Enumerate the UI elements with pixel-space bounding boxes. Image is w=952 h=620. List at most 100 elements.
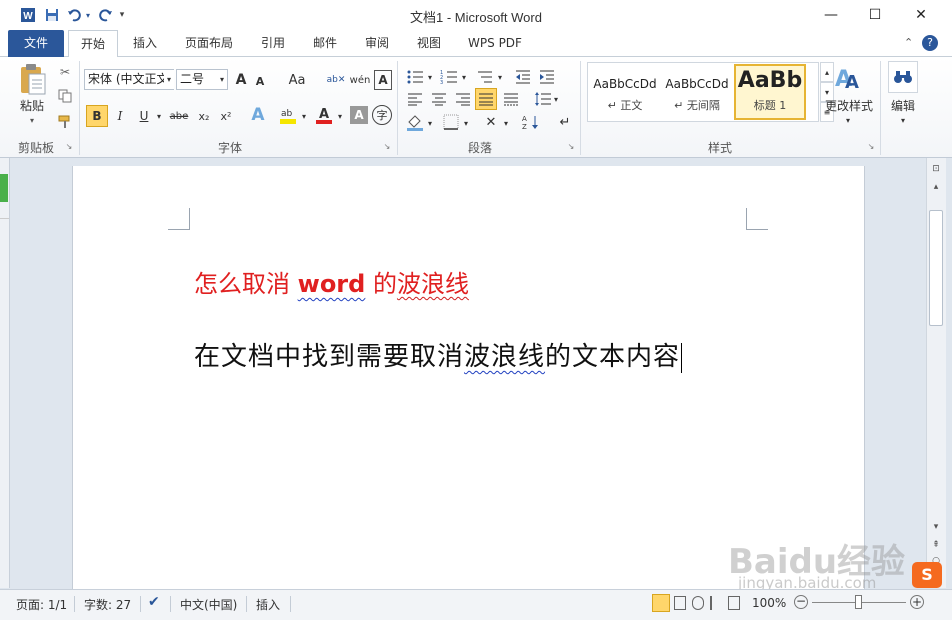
editing-dropdown-icon[interactable]: ▾ — [898, 115, 908, 125]
highlight-dropdown-icon[interactable]: ▾ — [300, 105, 308, 127]
paragraph-launcher-icon[interactable]: ↘ — [566, 141, 576, 151]
bold-button[interactable]: B — [86, 105, 108, 127]
tab-page-layout[interactable]: 页面布局 — [176, 30, 242, 57]
copy-icon[interactable] — [56, 87, 74, 105]
highlight-color-icon[interactable]: ab — [276, 104, 300, 126]
tab-home[interactable]: 开始 — [68, 30, 118, 58]
tab-mailings[interactable]: 邮件 — [304, 30, 346, 57]
tab-references[interactable]: 引用 — [252, 30, 294, 57]
proofing-icon[interactable]: ✔ — [148, 594, 160, 610]
font-name-dropdown-icon[interactable]: ▾ — [164, 70, 174, 89]
vertical-scrollbar[interactable]: ⊡ ▴ ▾ ⇞ ○ — [926, 158, 946, 588]
collapse-ribbon-icon[interactable]: ⌃ — [904, 36, 913, 49]
styles-launcher-icon[interactable]: ↘ — [866, 141, 876, 151]
phonetic-guide-icon[interactable]: wén — [350, 70, 371, 90]
text-effects-icon[interactable]: A — [246, 104, 270, 126]
tab-wps-pdf[interactable]: WPS PDF — [460, 30, 530, 57]
multilevel-list-icon[interactable] — [474, 67, 496, 87]
find-binoculars-icon[interactable] — [888, 61, 918, 93]
underline-button[interactable]: U — [134, 105, 154, 127]
zoom-level[interactable]: 100% — [752, 596, 786, 610]
insert-mode[interactable]: 插入 — [256, 596, 280, 613]
scrollbar-thumb[interactable] — [929, 210, 943, 326]
underline-dropdown-icon[interactable]: ▾ — [154, 105, 164, 127]
change-case-button[interactable]: Aa — [284, 70, 310, 90]
font-size-dropdown-icon[interactable]: ▾ — [217, 70, 227, 89]
superscript-button[interactable]: x² — [216, 105, 236, 127]
bullets-dropdown-icon[interactable]: ▾ — [426, 67, 434, 87]
align-center-icon[interactable] — [428, 89, 450, 109]
draft-view-icon[interactable] — [728, 596, 740, 610]
sort-icon[interactable]: AZ — [520, 112, 542, 132]
close-button[interactable]: ✕ — [898, 0, 944, 30]
page-count[interactable]: 页面: 1/1 — [16, 596, 67, 613]
numbering-dropdown-icon[interactable]: ▾ — [460, 67, 468, 87]
chinese-layout-dropdown-icon[interactable]: ▾ — [502, 113, 510, 133]
tab-file[interactable]: 文件 — [8, 30, 64, 57]
align-right-icon[interactable] — [452, 89, 474, 109]
scroll-up-icon[interactable]: ▴ — [930, 182, 942, 194]
change-styles-button[interactable]: 更改样式 — [820, 97, 878, 113]
paste-dropdown-icon[interactable]: ▾ — [26, 115, 38, 125]
zoom-out-icon[interactable]: − — [794, 595, 808, 609]
zoom-slider-thumb[interactable] — [855, 595, 862, 609]
full-screen-reading-icon[interactable] — [674, 596, 686, 610]
font-color-dropdown-icon[interactable]: ▾ — [336, 105, 344, 127]
shrink-font-button[interactable]: A — [252, 72, 268, 90]
ruler-toggle-icon[interactable]: ⊡ — [930, 164, 942, 176]
shading-dropdown-icon[interactable]: ▾ — [426, 113, 434, 133]
outline-view-icon[interactable] — [710, 596, 722, 610]
multilevel-list-dropdown-icon[interactable]: ▾ — [496, 67, 504, 87]
style-normal[interactable]: AaBbCcDd ↵ 正文 — [590, 65, 660, 123]
change-styles-dropdown-icon[interactable]: ▾ — [843, 115, 853, 125]
paste-icon[interactable] — [16, 61, 50, 97]
previous-page-icon[interactable]: ⇞ — [930, 540, 942, 552]
subscript-button[interactable]: x₂ — [194, 105, 214, 127]
align-left-icon[interactable] — [404, 89, 426, 109]
grow-font-button[interactable]: A — [232, 70, 250, 90]
tab-review[interactable]: 审阅 — [356, 30, 398, 57]
tab-insert[interactable]: 插入 — [124, 30, 166, 57]
style-heading-1[interactable]: AaBb 标题 1 — [734, 64, 806, 120]
bullets-icon[interactable] — [404, 67, 426, 87]
minimize-button[interactable]: — — [808, 0, 854, 30]
help-icon[interactable]: ? — [922, 35, 938, 51]
language-indicator[interactable]: 中文(中国) — [180, 596, 237, 613]
zoom-in-icon[interactable]: + — [910, 595, 924, 609]
clipboard-launcher-icon[interactable]: ↘ — [64, 141, 74, 151]
paste-button[interactable]: 粘贴 — [14, 97, 50, 113]
chinese-layout-icon[interactable]: ✕ — [480, 112, 502, 132]
shading-icon[interactable] — [404, 111, 426, 133]
style-no-spacing[interactable]: AaBbCcDd ↵ 无间隔 — [662, 65, 732, 123]
cut-icon[interactable]: ✂ — [56, 63, 74, 81]
decrease-indent-icon[interactable] — [512, 67, 534, 87]
change-styles-icon[interactable]: AA — [832, 63, 864, 93]
increase-indent-icon[interactable] — [536, 67, 558, 87]
document-body-line[interactable]: 在文档中找到需要取消波浪线的文本内容 — [194, 336, 683, 373]
line-spacing-dropdown-icon[interactable]: ▾ — [552, 89, 560, 109]
strikethrough-button[interactable]: abe — [166, 105, 192, 127]
print-layout-icon[interactable] — [652, 594, 670, 612]
line-spacing-icon[interactable] — [532, 89, 554, 109]
character-shading-icon[interactable]: A — [350, 106, 368, 124]
web-layout-icon[interactable] — [692, 596, 704, 610]
enclose-characters-icon[interactable]: 字 — [372, 105, 392, 125]
left-pane-tab[interactable] — [0, 174, 8, 202]
character-border-icon[interactable]: A — [374, 70, 392, 90]
format-painter-icon[interactable] — [56, 113, 74, 131]
tab-view[interactable]: 视图 — [408, 30, 450, 57]
word-count[interactable]: 字数: 27 — [84, 596, 131, 613]
numbering-icon[interactable]: 123 — [438, 67, 460, 87]
font-launcher-icon[interactable]: ↘ — [382, 141, 392, 151]
distributed-align-icon[interactable] — [500, 89, 522, 109]
font-color-icon[interactable]: A — [312, 104, 336, 126]
font-name-field[interactable]: 宋体 (中文正文 — [84, 69, 174, 90]
document-heading[interactable]: 怎么取消 word 的波浪线 — [194, 264, 469, 299]
clear-formatting-icon[interactable]: ab✕ — [326, 70, 346, 90]
scroll-down-icon[interactable]: ▾ — [930, 522, 942, 534]
italic-button[interactable]: I — [110, 105, 130, 127]
borders-icon[interactable] — [440, 112, 462, 132]
maximize-button[interactable]: ☐ — [852, 0, 898, 30]
justify-icon[interactable] — [475, 88, 497, 110]
borders-dropdown-icon[interactable]: ▾ — [462, 113, 470, 133]
